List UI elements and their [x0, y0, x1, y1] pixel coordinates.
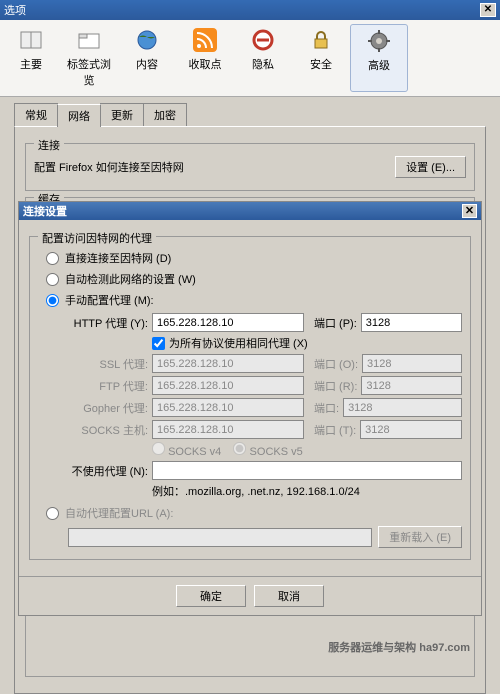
home-icon — [19, 28, 43, 52]
socks-port-input — [360, 420, 462, 439]
toolbar-privacy[interactable]: 隐私 — [234, 24, 292, 92]
no-proxy-input[interactable] — [152, 461, 462, 480]
ssl-port-label: 端口 (O): — [314, 356, 358, 372]
same-proxy-checkbox[interactable] — [152, 337, 165, 350]
reload-button: 重新载入 (E) — [378, 526, 462, 548]
dialog-title: 连接设置 — [23, 203, 67, 219]
toolbar-security[interactable]: 安全 — [292, 24, 350, 92]
connection-fieldset: 连接 配置 Firefox 如何连接至因特网 设置 (E)... — [25, 143, 475, 191]
connection-legend: 连接 — [34, 137, 64, 153]
no-proxy-example: 例如：.mozilla.org, .net.nz, 192.168.1.0/24 — [152, 483, 462, 499]
radio-socks-v5 — [233, 442, 246, 455]
radio-socks-v4 — [152, 442, 165, 455]
privacy-icon — [251, 28, 275, 52]
ftp-port-label: 端口 (R): — [314, 378, 357, 394]
window-title: 选项 — [4, 2, 26, 18]
watermark-text: 服务器运维与架构 ha97.com — [328, 639, 470, 655]
radio-auto-detect[interactable] — [46, 273, 59, 286]
ssl-proxy-input — [152, 354, 304, 373]
lock-icon — [309, 28, 333, 52]
http-proxy-input[interactable] — [152, 313, 304, 332]
http-port-input[interactable] — [361, 313, 462, 332]
toolbar-advanced[interactable]: 高级 — [350, 24, 408, 92]
ok-button[interactable]: 确定 — [176, 585, 246, 607]
gopher-port-label: 端口: — [314, 400, 339, 416]
advanced-tabs: 常规 网络 更新 加密 — [0, 97, 500, 126]
rss-icon — [193, 28, 217, 52]
socks-proxy-label: SOCKS 主机: — [68, 422, 148, 438]
toolbar-content[interactable]: 内容 — [118, 24, 176, 92]
cancel-button[interactable]: 取消 — [254, 585, 324, 607]
tabs-icon — [77, 28, 101, 52]
gopher-port-input — [343, 398, 462, 417]
ftp-proxy-input — [152, 376, 304, 395]
ftp-proxy-label: FTP 代理: — [68, 378, 148, 394]
gear-icon — [367, 29, 391, 53]
connection-settings-dialog: 连接设置 ✕ 配置访问因特网的代理 直接连接至因特网 (D) 自动检测此网络的设… — [18, 201, 482, 616]
proxy-config-fieldset: 配置访问因特网的代理 直接连接至因特网 (D) 自动检测此网络的设置 (W) 手… — [29, 236, 471, 560]
http-port-label: 端口 (P): — [314, 315, 357, 331]
tab-network[interactable]: 网络 — [57, 104, 101, 127]
http-proxy-label: HTTP 代理 (Y): — [68, 315, 148, 331]
connection-desc: 配置 Firefox 如何连接至因特网 — [34, 159, 184, 175]
no-proxy-label: 不使用代理 (N): — [68, 463, 148, 479]
window-titlebar: 选项 ✕ — [0, 0, 500, 20]
dialog-titlebar: 连接设置 ✕ — [19, 202, 481, 220]
tab-general[interactable]: 常规 — [14, 103, 58, 126]
socks-proxy-input — [152, 420, 304, 439]
proxy-config-legend: 配置访问因特网的代理 — [38, 230, 156, 246]
toolbar-main[interactable]: 主要 — [2, 24, 60, 92]
radio-direct[interactable] — [46, 252, 59, 265]
gopher-proxy-label: Gopher 代理: — [68, 400, 148, 416]
options-toolbar: 主要 标签式浏览 内容 收取点 隐私 安全 高级 — [0, 20, 500, 97]
toolbar-tabs[interactable]: 标签式浏览 — [60, 24, 118, 92]
radio-manual[interactable] — [46, 294, 59, 307]
dialog-close-button[interactable]: ✕ — [462, 204, 477, 218]
window-close-button[interactable]: ✕ — [480, 3, 496, 17]
auto-url-input — [68, 528, 372, 547]
connection-settings-button[interactable]: 设置 (E)... — [395, 156, 466, 178]
ftp-port-input — [361, 376, 462, 395]
radio-auto-url[interactable] — [46, 507, 59, 520]
toolbar-feeds[interactable]: 收取点 — [176, 24, 234, 92]
tab-encryption[interactable]: 加密 — [143, 103, 187, 126]
tab-update[interactable]: 更新 — [100, 103, 144, 126]
globe-icon — [135, 28, 159, 52]
ssl-port-input — [362, 354, 462, 373]
gopher-proxy-input — [152, 398, 304, 417]
socks-port-label: 端口 (T): — [314, 422, 356, 438]
ssl-proxy-label: SSL 代理: — [68, 356, 148, 372]
